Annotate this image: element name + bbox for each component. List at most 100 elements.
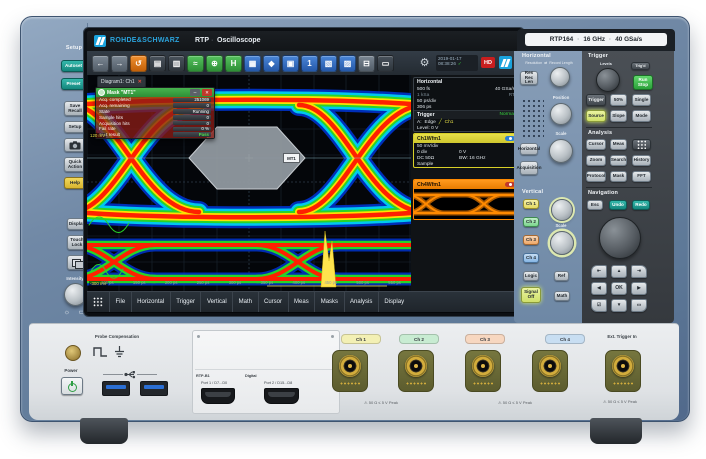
trigger-menu-button[interactable]: Trigger: [586, 94, 606, 106]
quick-action-button[interactable]: Quick Action: [64, 157, 86, 172]
history-button[interactable]: History: [632, 155, 651, 166]
usb-port-1[interactable]: [102, 381, 130, 396]
ch4-signal-box[interactable]: Ch4Wfm1: [413, 179, 519, 220]
res-rec-len-button[interactable]: Res Rec Len: [520, 71, 538, 85]
menu-vertical[interactable]: Vertical: [200, 292, 232, 312]
key-checkbox[interactable]: ☑: [591, 299, 607, 312]
math-button[interactable]: Math: [554, 291, 570, 301]
protocol-button[interactable]: Protocol: [586, 171, 606, 182]
minimize-icon[interactable]: –: [190, 89, 200, 96]
power-button[interactable]: [61, 377, 83, 395]
screenshot-camera-button[interactable]: [64, 138, 86, 152]
horizontal-resolution-knob[interactable]: [550, 67, 570, 87]
signal-off-button[interactable]: Signal Off: [521, 287, 541, 303]
menu-file[interactable]: File: [109, 292, 131, 312]
slope-button[interactable]: Slope: [610, 110, 627, 122]
menu-cursor[interactable]: Cursor: [258, 292, 288, 312]
save-recall-button[interactable]: Save Recall: [64, 101, 86, 116]
apps-button[interactable]: [632, 139, 651, 150]
ch3-button[interactable]: Ch 3: [523, 235, 539, 245]
window-arrange-button[interactable]: [67, 255, 87, 270]
vertical-position-knob[interactable]: [551, 199, 573, 221]
key-field[interactable]: ▭: [631, 299, 647, 312]
horizontal-info-box[interactable]: Horizontal 500 fs40 GSa/s 1 kSaRT 50 ps/…: [413, 77, 519, 132]
menu-display[interactable]: Display: [378, 292, 410, 312]
menu-horizontal[interactable]: Horizontal: [131, 292, 170, 312]
intensity-knob[interactable]: [64, 283, 87, 306]
key-tab-back[interactable]: ⇤: [591, 265, 607, 278]
menu-analysis[interactable]: Analysis: [344, 292, 378, 312]
acquisition-button[interactable]: Acquisition: [520, 161, 538, 175]
key-left[interactable]: ◀: [591, 282, 607, 295]
forward-icon[interactable]: →: [111, 55, 128, 72]
preset-button[interactable]: Preset: [61, 78, 86, 90]
key-tab-forward[interactable]: ⇥: [631, 265, 647, 278]
fft-button[interactable]: FFT: [632, 171, 651, 182]
open-file-icon[interactable]: ▤: [149, 55, 166, 72]
menu-math[interactable]: Math: [232, 292, 257, 312]
horizontal-scale-knob[interactable]: [549, 139, 573, 163]
help-button[interactable]: Help: [64, 177, 86, 189]
display-button[interactable]: Display: [67, 218, 87, 230]
autoset-button[interactable]: Autoset: [61, 60, 86, 72]
mask-icon[interactable]: ◆: [263, 55, 280, 72]
cursor-button[interactable]: Cursor: [586, 139, 606, 150]
key-right[interactable]: ▶: [631, 282, 647, 295]
navigation-knob[interactable]: [599, 217, 641, 259]
histogram-icon[interactable]: H: [225, 55, 242, 72]
meas-button[interactable]: Meas: [610, 139, 627, 150]
tab-close-icon[interactable]: ✕: [138, 79, 142, 85]
back-icon[interactable]: ←: [92, 55, 109, 72]
ch1-signal-box[interactable]: Ch1Wfm1 50 mV/div 0 div0 V DC 50ΩBW: 16 …: [413, 133, 519, 168]
mask-button[interactable]: Mask: [610, 171, 627, 182]
gear-icon[interactable]: ⚙: [417, 55, 432, 70]
delete-icon[interactable]: ▭: [377, 55, 394, 72]
horizontal-position-knob[interactable]: [550, 103, 572, 125]
ch2-button[interactable]: Ch 2: [523, 217, 539, 227]
mask-result-dialog[interactable]: Mask "MT1" – ✕ Acq. completed 251069 Acq…: [95, 87, 215, 139]
undo-icon[interactable]: ↺: [130, 55, 147, 72]
signal-icon[interactable]: ≈: [187, 55, 204, 72]
setup-button[interactable]: Setup: [64, 121, 86, 133]
close-icon[interactable]: ✕: [202, 89, 212, 96]
usb-port-2[interactable]: [140, 381, 168, 396]
ch1-button[interactable]: Ch 1: [523, 199, 539, 209]
run-stop-button[interactable]: Run Stop: [633, 75, 653, 90]
key-down[interactable]: ▼: [611, 299, 627, 312]
measure-icon[interactable]: ▧: [320, 55, 337, 72]
screenshot-icon[interactable]: ▣: [282, 55, 299, 72]
menu-trigger[interactable]: Trigger: [170, 292, 201, 312]
logic-button[interactable]: Logic: [523, 271, 539, 281]
esc-button[interactable]: Esc: [587, 200, 603, 210]
menu-masks[interactable]: Masks: [314, 292, 343, 312]
menu-meas[interactable]: Meas: [288, 292, 315, 312]
app-grid-icon[interactable]: [87, 292, 109, 312]
zoom-icon[interactable]: ⊕: [206, 55, 223, 72]
key-up[interactable]: ▲: [611, 265, 627, 278]
horizontal-menu-button[interactable]: Horizontal: [520, 143, 538, 155]
zoom-button[interactable]: Zoom: [586, 155, 606, 166]
single-button[interactable]: Single: [632, 94, 651, 106]
trigger-levels-knob[interactable]: [596, 68, 620, 92]
print-icon[interactable]: ⊟: [358, 55, 375, 72]
ch4-button[interactable]: Ch 4: [523, 253, 539, 263]
spectrum-icon[interactable]: ▦: [244, 55, 261, 72]
touchscreen[interactable]: ROHDE&SCHWARZ RTP · Oscilloscope ← → ↺ ▤…: [87, 31, 521, 313]
diagram-area[interactable]: Diagram1: Ch1 ✕ Mask "MT1" – ✕ Acq. comp…: [87, 75, 411, 291]
source-button[interactable]: Source: [586, 110, 606, 122]
mode-button[interactable]: Mode: [632, 110, 651, 122]
logic-port-1[interactable]: [201, 388, 235, 404]
undo-button[interactable]: Undo: [609, 200, 627, 210]
search-button[interactable]: Search: [610, 155, 627, 166]
ref-button[interactable]: Ref: [554, 271, 569, 281]
report-icon[interactable]: ▨: [339, 55, 356, 72]
redo-button[interactable]: Redo: [632, 200, 650, 210]
touch-lock-button[interactable]: Touch Lock: [67, 235, 87, 250]
logic-port-2[interactable]: [264, 388, 299, 404]
annotation-icon[interactable]: 1: [301, 55, 318, 72]
key-ok[interactable]: OK: [611, 282, 627, 295]
vertical-scale-knob[interactable]: [550, 231, 574, 255]
save-icon[interactable]: ▥: [168, 55, 185, 72]
mask-dialog-titlebar[interactable]: Mask "MT1" – ✕: [96, 88, 214, 97]
fifty-percent-button[interactable]: 50%: [610, 94, 627, 106]
